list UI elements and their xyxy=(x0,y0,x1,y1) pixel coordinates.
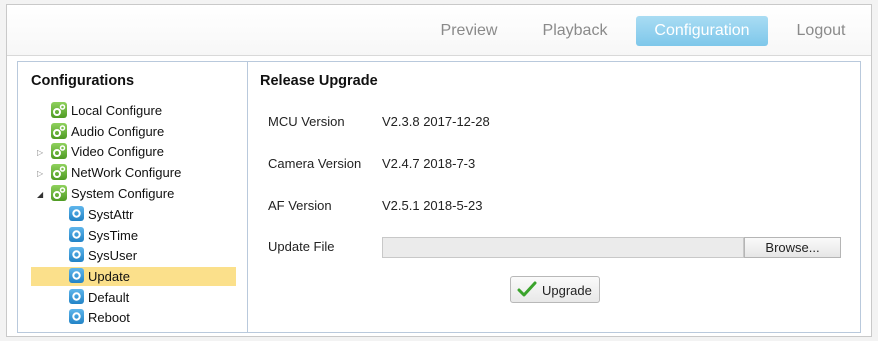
tree-item-update[interactable]: Update xyxy=(31,267,236,286)
tree-item-video-configure[interactable]: ▷ Video Configure xyxy=(37,142,241,161)
upgrade-button-label: Upgrade xyxy=(542,283,592,298)
checkmark-icon xyxy=(517,281,537,302)
tree-item-sysuser[interactable]: SysUser xyxy=(69,246,241,265)
tree-item-label: Default xyxy=(88,290,130,305)
gear-icon xyxy=(51,164,67,180)
app-window: Preview Playback Configuration Logout Co… xyxy=(6,4,872,337)
collapse-arrow-icon[interactable]: ◢ xyxy=(37,185,43,204)
expand-arrow-icon[interactable]: ▷ xyxy=(37,164,43,183)
nav-preview[interactable]: Preview xyxy=(427,16,511,46)
tree-item-label: SystAttr xyxy=(88,207,134,222)
tree-title: Configurations xyxy=(31,73,135,89)
gear-icon xyxy=(51,123,67,139)
tree-item-label: Local Configure xyxy=(71,103,163,118)
config-tree-panel: Configurations Local Configure Audio Con… xyxy=(18,62,248,332)
settings-icon xyxy=(69,227,84,242)
tree-item-network-configure[interactable]: ▷ NetWork Configure xyxy=(37,163,241,182)
camera-version-label: Camera Version xyxy=(268,156,362,171)
af-version-label: AF Version xyxy=(268,198,332,213)
tree-item-systattr[interactable]: SystAttr xyxy=(69,205,241,224)
settings-icon xyxy=(69,268,84,283)
browse-button[interactable]: Browse... xyxy=(744,237,841,258)
upgrade-button[interactable]: Upgrade xyxy=(510,276,600,303)
content-area: Configurations Local Configure Audio Con… xyxy=(17,61,861,333)
settings-icon xyxy=(69,247,84,262)
expand-arrow-icon[interactable]: ▷ xyxy=(37,143,43,162)
tree-item-label: Reboot xyxy=(88,310,130,325)
tree-item-label: SysTime xyxy=(88,228,139,243)
tree-item-label: Audio Configure xyxy=(71,124,165,139)
tree-item-audio-configure[interactable]: Audio Configure xyxy=(51,122,241,141)
gear-icon xyxy=(51,185,67,201)
tree-item-label: Update xyxy=(88,269,130,284)
tree-item-label: SysUser xyxy=(88,248,138,263)
settings-icon xyxy=(69,289,84,304)
nav-configuration[interactable]: Configuration xyxy=(636,16,768,46)
nav-playback[interactable]: Playback xyxy=(534,16,616,46)
af-version-value: V2.5.1 2018-5-23 xyxy=(382,198,483,213)
mcu-version-label: MCU Version xyxy=(268,114,345,129)
tree-item-reboot[interactable]: Reboot xyxy=(69,308,241,327)
nav-logout[interactable]: Logout xyxy=(785,16,857,46)
update-file-label: Update File xyxy=(268,239,335,254)
release-upgrade-panel: Release Upgrade MCU Version V2.3.8 2017-… xyxy=(248,62,860,332)
tree-item-system-configure[interactable]: ◢ System Configure xyxy=(37,184,241,203)
camera-version-value: V2.4.7 2018-7-3 xyxy=(382,156,476,171)
panel-title: Release Upgrade xyxy=(260,73,378,89)
tree-item-label: System Configure xyxy=(71,186,175,201)
tree-item-default[interactable]: Default xyxy=(69,288,241,307)
gear-icon xyxy=(51,143,67,159)
tree-item-local-configure[interactable]: Local Configure xyxy=(51,101,241,120)
gear-icon xyxy=(51,102,67,118)
mcu-version-value: V2.3.8 2017-12-28 xyxy=(382,114,490,129)
tree-item-label: NetWork Configure xyxy=(71,165,182,180)
top-nav-bar: Preview Playback Configuration Logout xyxy=(7,5,871,56)
tree-item-systime[interactable]: SysTime xyxy=(69,226,241,245)
settings-icon xyxy=(69,309,84,324)
tree-item-label: Video Configure xyxy=(71,144,164,159)
update-file-input[interactable] xyxy=(382,237,744,258)
settings-icon xyxy=(69,206,84,221)
